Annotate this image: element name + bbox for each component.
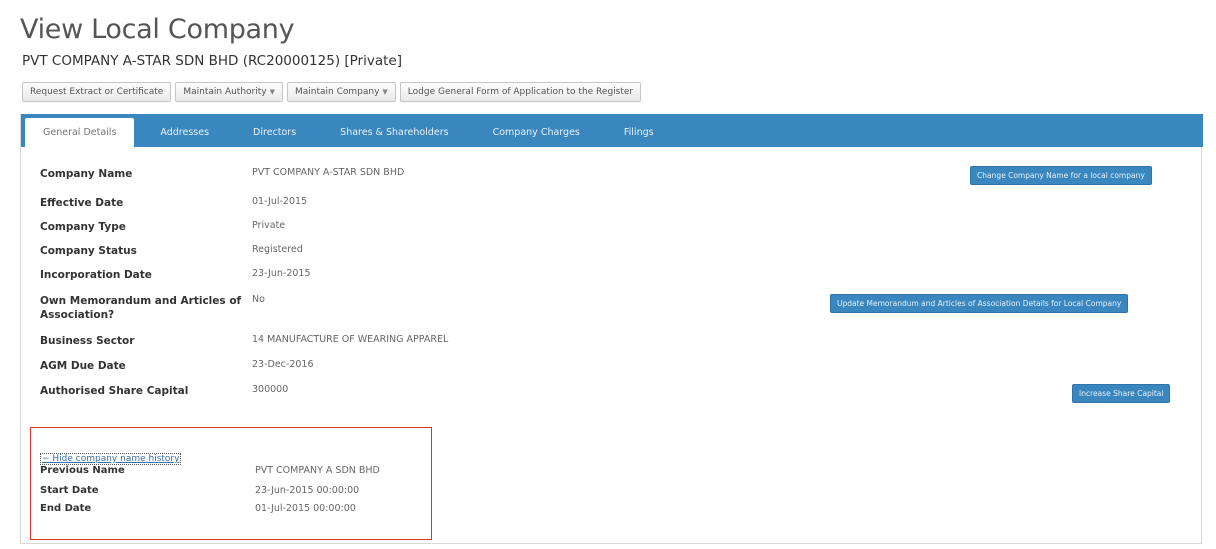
field-value: 23-Jun-2015	[252, 268, 311, 279]
lodge-general-form-label: Lodge General Form of Application to the…	[407, 87, 634, 97]
increase-share-capital-button[interactable]: Increase Share Capital	[1072, 384, 1171, 403]
maintain-company-dropdown[interactable]: Maintain Company ▼	[286, 82, 396, 102]
company-subtitle: PVT COMPANY A-STAR SDN BHD (RC20000125) …	[22, 53, 402, 69]
field-label: Incorporation Date	[40, 269, 152, 281]
field-label: Company Name	[40, 168, 133, 180]
chevron-down-icon: ▼	[269, 88, 275, 96]
tab-addresses[interactable]: Addresses	[142, 118, 227, 147]
change-company-name-button[interactable]: Change Company Name for a local company	[970, 166, 1152, 185]
field-label: Effective Date	[40, 197, 124, 209]
tab-directors[interactable]: Directors	[235, 118, 314, 147]
field-label: Own Memorandum and Articles of Associati…	[40, 295, 242, 321]
company-name-history: − Hide company name history Previous Nam…	[30, 427, 432, 540]
maintain-authority-label: Maintain Authority	[183, 87, 267, 97]
lodge-general-form-button[interactable]: Lodge General Form of Application to the…	[399, 82, 642, 102]
field-label: Company Status	[40, 245, 137, 257]
update-memorandum-button[interactable]: Update Memorandum and Articles of Associ…	[830, 294, 1129, 313]
field-value: 300000	[252, 384, 289, 395]
field-value: 23-Dec-2016	[252, 359, 314, 370]
tab-bar: General Details Addresses Directors Shar…	[21, 114, 1203, 147]
request-extract-button[interactable]: Request Extract or Certificate	[22, 82, 172, 102]
field-value: No	[252, 294, 265, 305]
field-label: AGM Due Date	[40, 360, 126, 372]
tab-company-charges[interactable]: Company Charges	[475, 118, 598, 147]
field-value: 01-Jul-2015	[252, 196, 308, 207]
request-extract-label: Request Extract or Certificate	[30, 87, 164, 97]
tab-shares-shareholders[interactable]: Shares & Shareholders	[322, 118, 466, 147]
field-label: Company Type	[40, 221, 126, 233]
page-title: View Local Company	[20, 14, 295, 45]
hide-history-link[interactable]: − Hide company name history	[40, 453, 182, 465]
field-value: PVT COMPANY A-STAR SDN BHD	[252, 167, 405, 178]
field-value: PVT COMPANY A SDN BHD	[255, 465, 380, 476]
field-value: Registered	[252, 244, 303, 255]
field-value: 23-Jun-2015 00:00:00	[255, 485, 360, 496]
field-label: Business Sector	[40, 335, 135, 347]
maintain-company-label: Maintain Company	[294, 87, 380, 97]
field-label: End Date	[40, 503, 92, 514]
field-value: 01-Jul-2015 00:00:00	[255, 503, 356, 514]
field-label: Previous Name	[40, 465, 125, 476]
maintain-authority-dropdown[interactable]: Maintain Authority ▼	[175, 82, 283, 102]
field-label: Authorised Share Capital	[40, 385, 189, 397]
field-value: 14 MANUFACTURE OF WEARING APPAREL	[252, 334, 449, 345]
field-label: Start Date	[40, 485, 99, 496]
tab-filings[interactable]: Filings	[606, 118, 672, 147]
tab-general-details[interactable]: General Details	[25, 118, 135, 147]
action-toolbar: Request Extract or Certificate Maintain …	[22, 82, 642, 102]
chevron-down-icon: ▼	[382, 88, 388, 96]
field-value: Private	[252, 220, 286, 231]
